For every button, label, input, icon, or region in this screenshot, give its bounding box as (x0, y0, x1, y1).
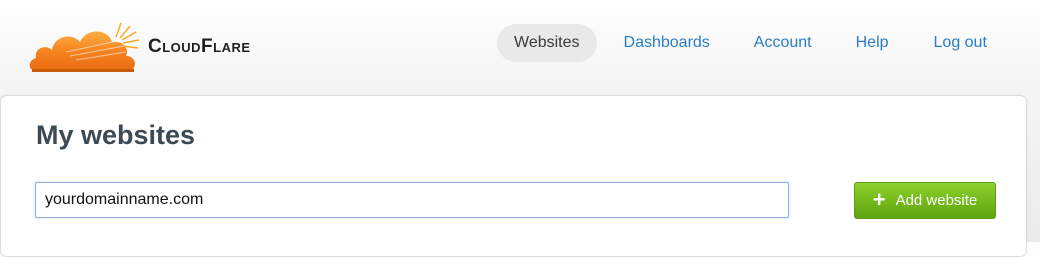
plus-icon: + (872, 186, 886, 212)
page-title: My websites (36, 120, 196, 150)
nav-dashboards[interactable]: Dashboards (624, 24, 710, 62)
cloudflare-logo[interactable]: CloudFlare (26, 14, 326, 76)
websites-panel: My websites + Add website (0, 95, 1027, 257)
domain-input[interactable] (35, 182, 789, 218)
nav-log-out[interactable]: Log out (934, 24, 987, 62)
nav-help[interactable]: Help (856, 24, 889, 62)
nav-websites[interactable]: Websites (497, 24, 597, 62)
cloud-sun-logo-icon (29, 22, 140, 72)
top-header: CloudFlare Websites Dashboards Account H… (0, 0, 1040, 90)
add-website-label: Add website (895, 192, 978, 209)
nav-account[interactable]: Account (754, 24, 812, 62)
main-nav: Websites Dashboards Account Help Log out (497, 24, 987, 62)
add-website-button[interactable]: + Add website (854, 182, 996, 219)
brand-name: CloudFlare (148, 36, 251, 57)
